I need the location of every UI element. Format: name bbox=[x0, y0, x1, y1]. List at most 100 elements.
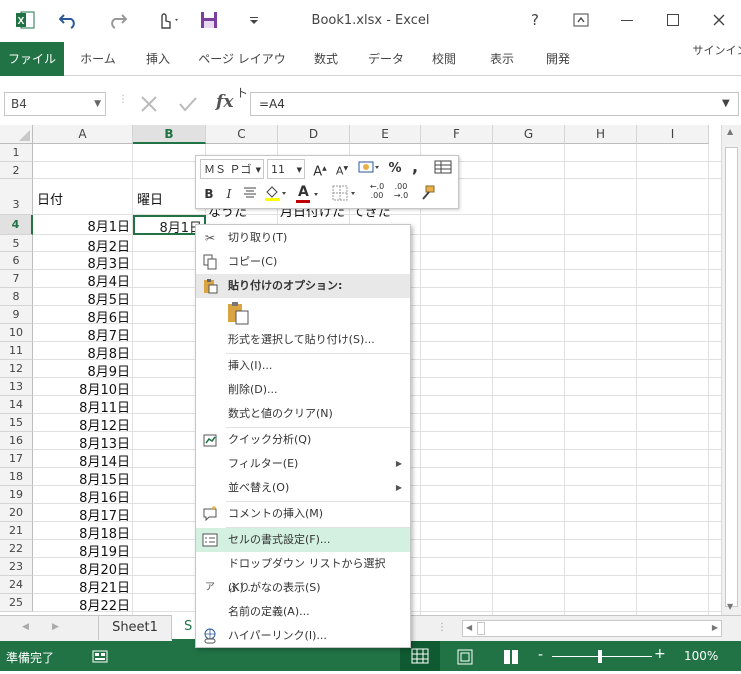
grow-font-button[interactable]: A▲ bbox=[311, 159, 329, 179]
sheet-prev-icon[interactable]: ◀ bbox=[22, 622, 29, 632]
row-header-7[interactable]: 7 bbox=[0, 270, 33, 288]
enter-icon[interactable] bbox=[178, 96, 198, 115]
row-header-18[interactable]: 18 bbox=[0, 468, 33, 486]
font-size-dropdown-icon[interactable]: ▼ bbox=[297, 160, 302, 180]
column-header-d[interactable]: D bbox=[278, 125, 350, 144]
row-header-16[interactable]: 16 bbox=[0, 432, 33, 450]
row-header-15[interactable]: 15 bbox=[0, 414, 33, 432]
menu-item-clear-contents[interactable]: 数式と値のクリア(N) bbox=[196, 402, 410, 426]
cell-a22[interactable]: 8月19日 bbox=[35, 541, 130, 560]
tab-home[interactable]: ホーム bbox=[74, 42, 122, 76]
font-dropdown-icon[interactable]: ▼ bbox=[256, 160, 261, 180]
tab-data[interactable]: データ bbox=[360, 42, 412, 76]
menu-item-show-furigana[interactable]: ア ふりがなの表示(S) bbox=[196, 576, 410, 600]
menu-item-sort[interactable]: 並べ替え(O) ▶ bbox=[196, 476, 410, 500]
bold-button[interactable]: B bbox=[200, 184, 218, 204]
accounting-format-button[interactable] bbox=[356, 159, 382, 179]
row-header-3[interactable]: 3 bbox=[0, 179, 33, 215]
menu-item-quick-analysis[interactable]: クイック分析(Q) bbox=[196, 428, 410, 452]
column-header-e[interactable]: E bbox=[350, 125, 421, 144]
menu-item-delete[interactable]: 削除(D)... bbox=[196, 378, 410, 402]
cell-a10[interactable]: 8月7日 bbox=[35, 325, 130, 344]
cell-a18[interactable]: 8月15日 bbox=[35, 469, 130, 488]
row-header-4[interactable]: 4 bbox=[0, 215, 33, 235]
zoom-slider-thumb[interactable] bbox=[598, 650, 602, 663]
horizontal-scrollbar[interactable]: ◀ ▶ bbox=[462, 620, 722, 637]
row-header-23[interactable]: 23 bbox=[0, 558, 33, 576]
column-header-a[interactable]: A bbox=[33, 125, 133, 144]
close-icon[interactable] bbox=[704, 8, 734, 32]
chevron-down-icon[interactable]: ▼ bbox=[94, 93, 101, 115]
column-header-h[interactable]: H bbox=[565, 125, 637, 144]
font-color-button[interactable]: A bbox=[294, 184, 324, 204]
macro-record-icon[interactable] bbox=[92, 648, 108, 667]
font-size-box[interactable]: 11 ▼ bbox=[267, 159, 305, 179]
cell-a15[interactable]: 8月12日 bbox=[35, 415, 130, 434]
cell-a25[interactable]: 8月22日 bbox=[35, 595, 130, 614]
sheet-tab-active[interactable]: S bbox=[172, 615, 196, 641]
scroll-thumb[interactable] bbox=[725, 147, 738, 607]
menu-item-copy[interactable]: コピー(C) bbox=[196, 250, 410, 274]
insert-function-button[interactable]: fx bbox=[216, 92, 233, 112]
row-header-9[interactable]: 9 bbox=[0, 306, 33, 324]
paste-option-button[interactable] bbox=[226, 301, 250, 325]
row-header-21[interactable]: 21 bbox=[0, 522, 33, 540]
name-box[interactable]: B4 ▼ bbox=[4, 92, 106, 116]
scroll-right-icon[interactable]: ▶ bbox=[712, 623, 718, 632]
sheet-next-icon[interactable]: ▶ bbox=[52, 622, 59, 632]
row-header-17[interactable]: 17 bbox=[0, 450, 33, 468]
row-header-13[interactable]: 13 bbox=[0, 378, 33, 396]
menu-item-cut[interactable]: ✂ 切り取り(T) bbox=[196, 226, 410, 250]
format-painter-icon[interactable] bbox=[416, 184, 438, 204]
menu-item-pick-from-list[interactable]: ドロップダウン リストから選択(K)... bbox=[196, 552, 410, 594]
column-header-g[interactable]: G bbox=[493, 125, 565, 144]
fill-color-button[interactable] bbox=[262, 184, 290, 204]
cancel-icon[interactable] bbox=[140, 96, 158, 115]
menu-item-insert-comment[interactable]: コメントの挿入(M) bbox=[196, 502, 410, 526]
increase-decimal-button[interactable]: ←.0 .00 bbox=[366, 182, 388, 202]
zoom-out-button[interactable]: - bbox=[538, 647, 543, 663]
row-header-11[interactable]: 11 bbox=[0, 342, 33, 360]
column-header-f[interactable]: F bbox=[421, 125, 493, 144]
row-header-2[interactable]: 2 bbox=[0, 162, 33, 179]
cell-a7[interactable]: 8月4日 bbox=[35, 271, 130, 290]
shrink-font-button[interactable]: A▼ bbox=[333, 159, 351, 179]
menu-item-insert[interactable]: 挿入(I)... bbox=[196, 354, 410, 378]
borders-button[interactable] bbox=[330, 184, 360, 204]
row-header-8[interactable]: 8 bbox=[0, 288, 33, 306]
cell-a24[interactable]: 8月21日 bbox=[35, 577, 130, 596]
cell-a16[interactable]: 8月13日 bbox=[35, 433, 130, 452]
cell-a21[interactable]: 8月18日 bbox=[35, 523, 130, 542]
expand-formula-icon[interactable]: ▼ bbox=[722, 98, 730, 109]
cell-a11[interactable]: 8月8日 bbox=[35, 343, 130, 362]
menu-item-format-cells[interactable]: セルの書式設定(F)... bbox=[196, 528, 410, 552]
select-all-corner[interactable] bbox=[0, 125, 33, 144]
hscroll-thumb[interactable] bbox=[477, 622, 485, 635]
zoom-slider-track[interactable] bbox=[552, 656, 652, 657]
tab-page-layout[interactable]: ページ レイアウト bbox=[194, 42, 290, 100]
column-header-i[interactable]: I bbox=[637, 125, 709, 144]
tab-split-handle[interactable]: ⋮ bbox=[437, 622, 447, 633]
percent-style-button[interactable]: % bbox=[386, 159, 404, 179]
scroll-up-icon[interactable]: ▲ bbox=[727, 127, 733, 136]
tab-file[interactable]: ファイル bbox=[0, 42, 64, 76]
cell-a17[interactable]: 8月14日 bbox=[35, 451, 130, 470]
row-header-1[interactable]: 1 bbox=[0, 144, 33, 162]
column-header-c[interactable]: C bbox=[206, 125, 278, 144]
cell-a9[interactable]: 8月6日 bbox=[35, 307, 130, 326]
row-header-12[interactable]: 12 bbox=[0, 360, 33, 378]
table-format-icon[interactable] bbox=[432, 159, 454, 179]
page-break-view-icon[interactable] bbox=[502, 649, 520, 668]
tab-formulas[interactable]: 数式 bbox=[302, 42, 350, 76]
tab-review[interactable]: 校閲 bbox=[420, 42, 468, 76]
maximize-icon[interactable] bbox=[658, 8, 688, 32]
signin-link[interactable]: サインイン bbox=[690, 34, 741, 68]
tab-developer[interactable]: 開発 bbox=[534, 42, 582, 76]
cell-a8[interactable]: 8月5日 bbox=[35, 289, 130, 308]
align-center-icon[interactable] bbox=[240, 184, 260, 204]
help-button[interactable]: ? bbox=[520, 8, 550, 32]
cell-a6[interactable]: 8月3日 bbox=[35, 253, 130, 272]
formula-input[interactable]: =A4 bbox=[250, 92, 739, 116]
sheet-tab-sheet1[interactable]: Sheet1 bbox=[98, 616, 172, 640]
tab-view[interactable]: 表示 bbox=[478, 42, 526, 76]
